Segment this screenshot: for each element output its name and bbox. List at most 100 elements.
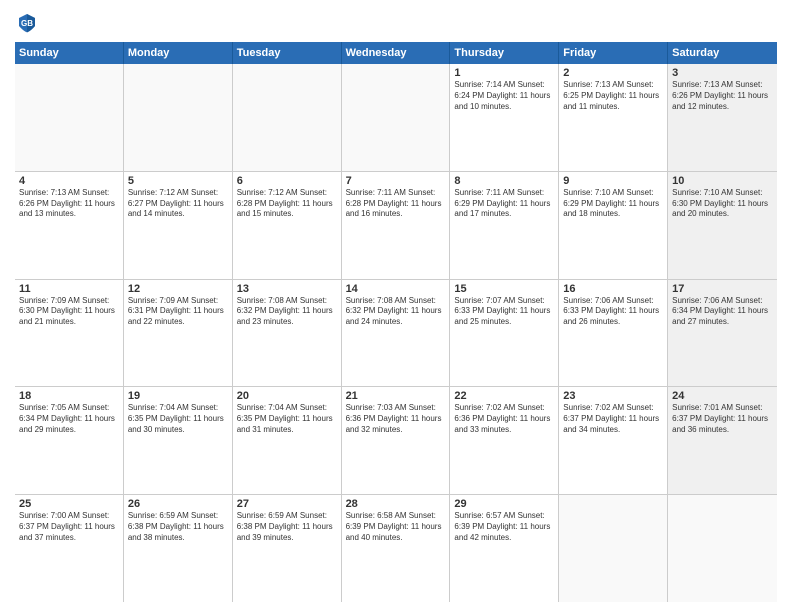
cal-cell <box>668 495 777 602</box>
day-number: 20 <box>237 390 337 402</box>
cal-cell: 4Sunrise: 7:13 AM Sunset: 6:26 PM Daylig… <box>15 172 124 279</box>
cal-cell <box>559 495 668 602</box>
day-number: 25 <box>19 498 119 510</box>
day-number: 17 <box>672 283 773 295</box>
day-number: 1 <box>454 67 554 79</box>
day-info: Sunrise: 7:00 AM Sunset: 6:37 PM Dayligh… <box>19 511 119 543</box>
day-info: Sunrise: 7:13 AM Sunset: 6:26 PM Dayligh… <box>672 80 773 112</box>
cal-cell: 16Sunrise: 7:06 AM Sunset: 6:33 PM Dayli… <box>559 280 668 387</box>
cal-cell: 19Sunrise: 7:04 AM Sunset: 6:35 PM Dayli… <box>124 387 233 494</box>
cal-cell: 7Sunrise: 7:11 AM Sunset: 6:28 PM Daylig… <box>342 172 451 279</box>
day-info: Sunrise: 7:04 AM Sunset: 6:35 PM Dayligh… <box>128 403 228 435</box>
day-info: Sunrise: 7:13 AM Sunset: 6:26 PM Dayligh… <box>19 188 119 220</box>
day-number: 4 <box>19 175 119 187</box>
day-number: 14 <box>346 283 446 295</box>
calendar-body: 1Sunrise: 7:14 AM Sunset: 6:24 PM Daylig… <box>15 64 777 602</box>
day-number: 28 <box>346 498 446 510</box>
day-info: Sunrise: 7:02 AM Sunset: 6:36 PM Dayligh… <box>454 403 554 435</box>
day-number: 9 <box>563 175 663 187</box>
day-number: 3 <box>672 67 773 79</box>
cal-cell: 13Sunrise: 7:08 AM Sunset: 6:32 PM Dayli… <box>233 280 342 387</box>
calendar-header-row: SundayMondayTuesdayWednesdayThursdayFrid… <box>15 42 777 64</box>
cal-cell: 24Sunrise: 7:01 AM Sunset: 6:37 PM Dayli… <box>668 387 777 494</box>
cal-cell: 8Sunrise: 7:11 AM Sunset: 6:29 PM Daylig… <box>450 172 559 279</box>
day-info: Sunrise: 7:08 AM Sunset: 6:32 PM Dayligh… <box>346 296 446 328</box>
day-number: 10 <box>672 175 773 187</box>
day-number: 5 <box>128 175 228 187</box>
day-info: Sunrise: 7:03 AM Sunset: 6:36 PM Dayligh… <box>346 403 446 435</box>
cal-cell: 22Sunrise: 7:02 AM Sunset: 6:36 PM Dayli… <box>450 387 559 494</box>
day-info: Sunrise: 7:07 AM Sunset: 6:33 PM Dayligh… <box>454 296 554 328</box>
calendar: SundayMondayTuesdayWednesdayThursdayFrid… <box>15 42 777 602</box>
cal-cell: 12Sunrise: 7:09 AM Sunset: 6:31 PM Dayli… <box>124 280 233 387</box>
col-header-wednesday: Wednesday <box>342 42 451 64</box>
cal-cell: 14Sunrise: 7:08 AM Sunset: 6:32 PM Dayli… <box>342 280 451 387</box>
col-header-saturday: Saturday <box>668 42 777 64</box>
day-info: Sunrise: 6:59 AM Sunset: 6:38 PM Dayligh… <box>128 511 228 543</box>
day-info: Sunrise: 7:06 AM Sunset: 6:34 PM Dayligh… <box>672 296 773 328</box>
day-number: 23 <box>563 390 663 402</box>
day-number: 22 <box>454 390 554 402</box>
col-header-tuesday: Tuesday <box>233 42 342 64</box>
day-number: 27 <box>237 498 337 510</box>
day-number: 12 <box>128 283 228 295</box>
cal-cell: 25Sunrise: 7:00 AM Sunset: 6:37 PM Dayli… <box>15 495 124 602</box>
day-number: 24 <box>672 390 773 402</box>
day-info: Sunrise: 7:11 AM Sunset: 6:28 PM Dayligh… <box>346 188 446 220</box>
svg-text:GB: GB <box>21 19 33 28</box>
day-info: Sunrise: 7:04 AM Sunset: 6:35 PM Dayligh… <box>237 403 337 435</box>
day-info: Sunrise: 7:12 AM Sunset: 6:28 PM Dayligh… <box>237 188 337 220</box>
day-info: Sunrise: 7:10 AM Sunset: 6:29 PM Dayligh… <box>563 188 663 220</box>
day-number: 29 <box>454 498 554 510</box>
cal-cell: 3Sunrise: 7:13 AM Sunset: 6:26 PM Daylig… <box>668 64 777 171</box>
cal-cell: 6Sunrise: 7:12 AM Sunset: 6:28 PM Daylig… <box>233 172 342 279</box>
day-number: 19 <box>128 390 228 402</box>
col-header-thursday: Thursday <box>450 42 559 64</box>
cal-cell: 5Sunrise: 7:12 AM Sunset: 6:27 PM Daylig… <box>124 172 233 279</box>
day-number: 21 <box>346 390 446 402</box>
cal-cell: 23Sunrise: 7:02 AM Sunset: 6:37 PM Dayli… <box>559 387 668 494</box>
cal-cell: 10Sunrise: 7:10 AM Sunset: 6:30 PM Dayli… <box>668 172 777 279</box>
day-info: Sunrise: 7:11 AM Sunset: 6:29 PM Dayligh… <box>454 188 554 220</box>
cal-cell: 17Sunrise: 7:06 AM Sunset: 6:34 PM Dayli… <box>668 280 777 387</box>
day-info: Sunrise: 7:06 AM Sunset: 6:33 PM Dayligh… <box>563 296 663 328</box>
cal-cell: 21Sunrise: 7:03 AM Sunset: 6:36 PM Dayli… <box>342 387 451 494</box>
day-info: Sunrise: 7:02 AM Sunset: 6:37 PM Dayligh… <box>563 403 663 435</box>
day-number: 8 <box>454 175 554 187</box>
day-number: 7 <box>346 175 446 187</box>
cal-cell: 2Sunrise: 7:13 AM Sunset: 6:25 PM Daylig… <box>559 64 668 171</box>
week-row-1: 4Sunrise: 7:13 AM Sunset: 6:26 PM Daylig… <box>15 172 777 280</box>
cal-cell: 20Sunrise: 7:04 AM Sunset: 6:35 PM Dayli… <box>233 387 342 494</box>
day-number: 15 <box>454 283 554 295</box>
day-info: Sunrise: 7:14 AM Sunset: 6:24 PM Dayligh… <box>454 80 554 112</box>
cal-cell: 28Sunrise: 6:58 AM Sunset: 6:39 PM Dayli… <box>342 495 451 602</box>
cal-cell <box>124 64 233 171</box>
day-info: Sunrise: 6:57 AM Sunset: 6:39 PM Dayligh… <box>454 511 554 543</box>
day-info: Sunrise: 7:13 AM Sunset: 6:25 PM Dayligh… <box>563 80 663 112</box>
day-info: Sunrise: 7:01 AM Sunset: 6:37 PM Dayligh… <box>672 403 773 435</box>
day-info: Sunrise: 7:08 AM Sunset: 6:32 PM Dayligh… <box>237 296 337 328</box>
day-info: Sunrise: 7:09 AM Sunset: 6:31 PM Dayligh… <box>128 296 228 328</box>
day-info: Sunrise: 7:09 AM Sunset: 6:30 PM Dayligh… <box>19 296 119 328</box>
col-header-sunday: Sunday <box>15 42 124 64</box>
cal-cell <box>342 64 451 171</box>
cal-cell: 26Sunrise: 6:59 AM Sunset: 6:38 PM Dayli… <box>124 495 233 602</box>
day-number: 16 <box>563 283 663 295</box>
day-info: Sunrise: 7:12 AM Sunset: 6:27 PM Dayligh… <box>128 188 228 220</box>
day-number: 2 <box>563 67 663 79</box>
cal-cell <box>233 64 342 171</box>
page: GB SundayMondayTuesdayWednesdayThursdayF… <box>0 0 792 612</box>
day-info: Sunrise: 6:59 AM Sunset: 6:38 PM Dayligh… <box>237 511 337 543</box>
day-info: Sunrise: 6:58 AM Sunset: 6:39 PM Dayligh… <box>346 511 446 543</box>
header: GB <box>15 10 777 34</box>
logo: GB <box>15 10 43 34</box>
day-info: Sunrise: 7:05 AM Sunset: 6:34 PM Dayligh… <box>19 403 119 435</box>
day-number: 26 <box>128 498 228 510</box>
day-number: 18 <box>19 390 119 402</box>
week-row-2: 11Sunrise: 7:09 AM Sunset: 6:30 PM Dayli… <box>15 280 777 388</box>
cal-cell: 27Sunrise: 6:59 AM Sunset: 6:38 PM Dayli… <box>233 495 342 602</box>
col-header-friday: Friday <box>559 42 668 64</box>
week-row-3: 18Sunrise: 7:05 AM Sunset: 6:34 PM Dayli… <box>15 387 777 495</box>
col-header-monday: Monday <box>124 42 233 64</box>
day-info: Sunrise: 7:10 AM Sunset: 6:30 PM Dayligh… <box>672 188 773 220</box>
